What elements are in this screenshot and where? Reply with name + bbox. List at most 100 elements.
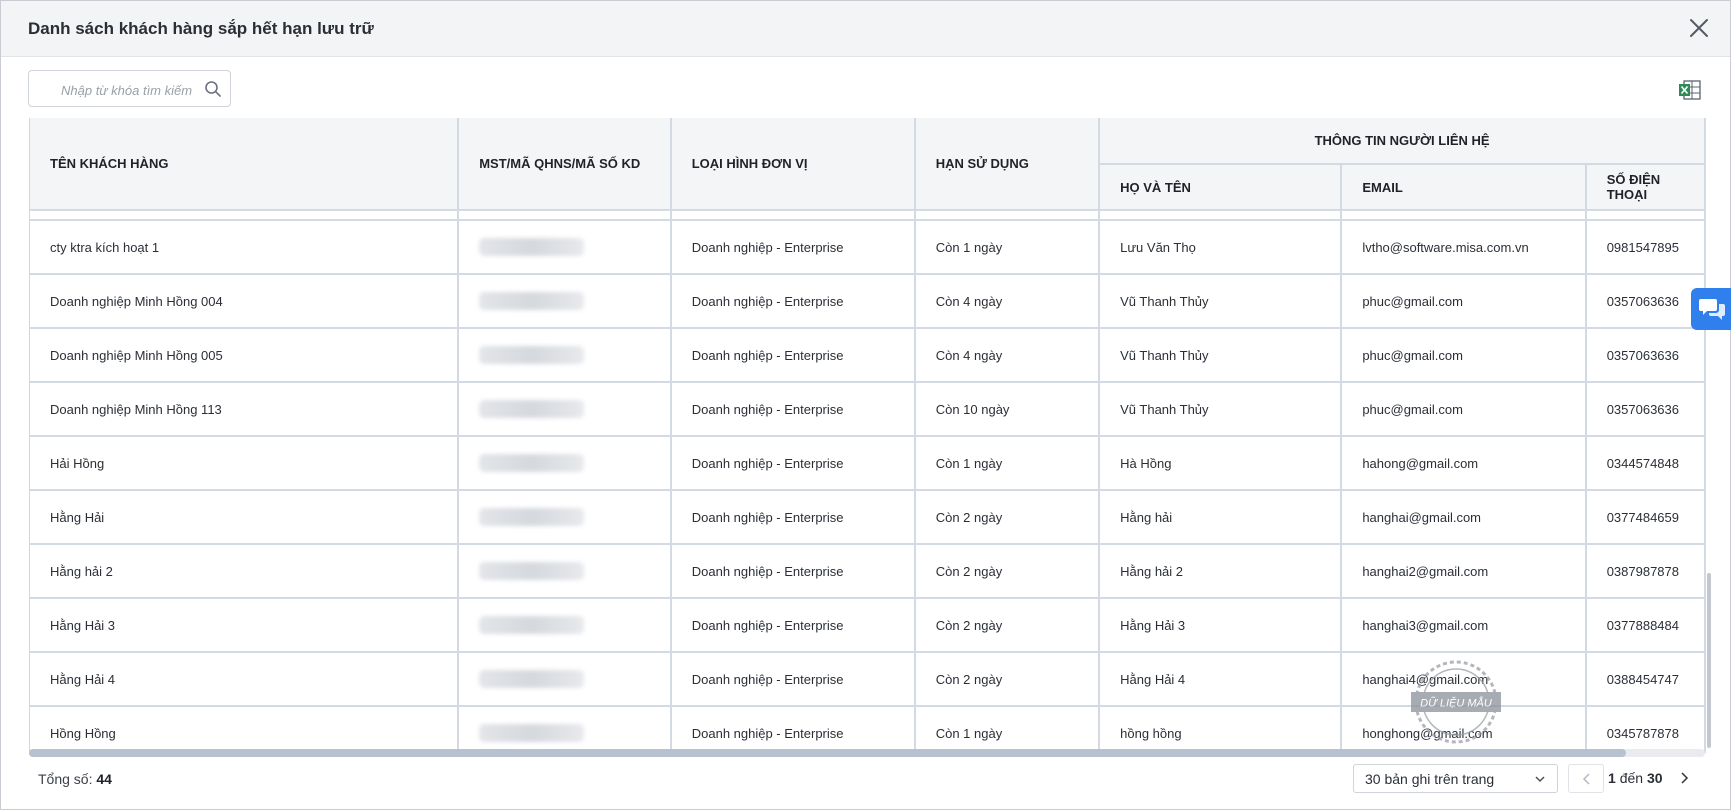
cell-tax-code xyxy=(458,544,672,599)
cell-customer-name: cty ktra kích hoạt 1 xyxy=(30,220,460,275)
chat-bubble-icon xyxy=(1699,299,1725,320)
table-row[interactable]: Doanh nghiệp Minh Hồng 005 Doanh nghiệp … xyxy=(30,328,1706,383)
col-header-unit-type[interactable]: LOẠI HÌNH ĐƠN VỊ xyxy=(670,118,916,211)
cell-phone: 0357063636 xyxy=(1585,328,1706,383)
cell-expiry: Còn 2 ngày xyxy=(914,652,1101,707)
cell-email: phuc@gmail.com xyxy=(1341,328,1587,383)
chevron-right-icon xyxy=(1681,772,1689,784)
cell-phone: 0357063636 xyxy=(1585,274,1706,329)
cell-unit-type: Doanh nghiệp - Enterprise xyxy=(670,274,916,329)
cell-contact-name: Hà Hồng xyxy=(1099,436,1343,491)
horizontal-scrollbar-thumb[interactable] xyxy=(29,749,1626,757)
blurred-tax-code xyxy=(479,400,585,418)
cell-customer-name: Hải Hồng xyxy=(30,436,460,491)
table-row[interactable]: cty ktra kích hoạt 1 Doanh nghiệp - Ente… xyxy=(30,220,1706,275)
col-group-contact-info: THÔNG TIN NGƯỜI LIÊN HỆ xyxy=(1099,118,1706,165)
vertical-scrollbar[interactable] xyxy=(1707,118,1711,748)
table-row[interactable]: Hằng Hải 4 Doanh nghiệp - Enterprise Còn… xyxy=(30,652,1706,707)
cell-phone: 0387987878 xyxy=(1585,544,1706,599)
col-header-phone[interactable]: SỐ ĐIỆN THOẠI xyxy=(1585,164,1706,211)
cell-email: hahong@gmail.com xyxy=(1341,436,1587,491)
cell-tax-code xyxy=(458,274,672,329)
horizontal-scrollbar[interactable] xyxy=(29,749,1705,757)
search-box xyxy=(28,70,231,107)
cell-customer-name: Doanh nghiệp Minh Hồng 004 xyxy=(30,274,460,329)
chevron-left-icon xyxy=(1582,773,1590,785)
col-header-email[interactable]: EMAIL xyxy=(1341,164,1587,211)
excel-export-icon[interactable] xyxy=(1678,79,1702,106)
cell-customer-name: Hằng hải 2 xyxy=(30,544,460,599)
cell-tax-code xyxy=(458,598,672,653)
cell-tax-code xyxy=(458,382,672,437)
range-from: 1 xyxy=(1608,770,1616,786)
range-to: 30 xyxy=(1646,770,1663,786)
chat-support-button[interactable] xyxy=(1691,288,1731,330)
cell-unit-type: Doanh nghiệp - Enterprise xyxy=(670,328,916,383)
cell-unit-type: Doanh nghiệp - Enterprise xyxy=(670,706,916,753)
cell-phone: 0388454747 xyxy=(1585,652,1706,707)
cell-customer-name: Hằng Hải 3 xyxy=(30,598,460,653)
search-input[interactable] xyxy=(59,79,213,101)
cell-tax-code xyxy=(458,652,672,707)
search-icon[interactable] xyxy=(204,80,222,103)
page-size-select[interactable]: 30 bản ghi trên trang xyxy=(1353,764,1558,793)
next-page-button[interactable] xyxy=(1673,765,1695,791)
cell-contact-name: Hằng Hải 3 xyxy=(1099,598,1343,653)
table-row[interactable]: Doanh nghiệp Minh Hồng 113 Doanh nghiệp … xyxy=(30,382,1706,437)
blurred-tax-code xyxy=(479,670,585,688)
table-row[interactable]: Hải Hồng Doanh nghiệp - Enterprise Còn 1… xyxy=(30,436,1706,491)
table-row[interactable]: Hồng Hồng Doanh nghiệp - Enterprise Còn … xyxy=(30,706,1706,753)
cell-unit-type: Doanh nghiệp - Enterprise xyxy=(670,598,916,653)
col-header-contact-name[interactable]: HỌ VÀ TÊN xyxy=(1099,164,1343,211)
cell-expiry: Còn 2 ngày xyxy=(914,490,1101,545)
cell-tax-code xyxy=(458,328,672,383)
close-icon[interactable] xyxy=(1686,15,1712,41)
cell-tax-code xyxy=(458,490,672,545)
cell-customer-name: Hằng Hải xyxy=(30,490,460,545)
cell-customer-name: Doanh nghiệp Minh Hồng 005 xyxy=(30,328,460,383)
cell-phone: 0344574848 xyxy=(1585,436,1706,491)
cell-contact-name: Vũ Thanh Thủy xyxy=(1099,382,1343,437)
table-row[interactable]: Hằng Hải 3 Doanh nghiệp - Enterprise Còn… xyxy=(30,598,1706,653)
cell-phone: 0377888484 xyxy=(1585,598,1706,653)
cell-tax-code xyxy=(458,220,672,275)
table-row-partial xyxy=(30,210,1706,221)
cell-unit-type: Doanh nghiệp - Enterprise xyxy=(670,652,916,707)
cell-contact-name: hồng hồng xyxy=(1099,706,1343,753)
total-value: 44 xyxy=(96,771,112,787)
cell-expiry: Còn 1 ngày xyxy=(914,706,1101,753)
col-header-customer-name[interactable]: TÊN KHÁCH HÀNG xyxy=(30,118,460,211)
vertical-scrollbar-thumb[interactable] xyxy=(1707,573,1711,748)
cell-expiry: Còn 4 ngày xyxy=(914,274,1101,329)
chevron-down-icon xyxy=(1535,776,1545,783)
table-row[interactable]: Hằng Hải Doanh nghiệp - Enterprise Còn 2… xyxy=(30,490,1706,545)
cell-phone: 0357063636 xyxy=(1585,382,1706,437)
cell-tax-code xyxy=(458,436,672,491)
blurred-tax-code xyxy=(479,292,585,310)
cell-unit-type: Doanh nghiệp - Enterprise xyxy=(670,436,916,491)
cell-unit-type: Doanh nghiệp - Enterprise xyxy=(670,544,916,599)
cell-email: hanghai3@gmail.com xyxy=(1341,598,1587,653)
dialog: Danh sách khách hàng sắp hết hạn lưu trữ xyxy=(0,0,1731,810)
cell-email: phuc@gmail.com xyxy=(1341,382,1587,437)
table-row[interactable]: Hằng hải 2 Doanh nghiệp - Enterprise Còn… xyxy=(30,544,1706,599)
cell-email: phuc@gmail.com xyxy=(1341,274,1587,329)
cell-unit-type: Doanh nghiệp - Enterprise xyxy=(670,220,916,275)
blurred-tax-code xyxy=(479,724,585,742)
cell-expiry: Còn 1 ngày xyxy=(914,436,1101,491)
blurred-tax-code xyxy=(479,616,585,634)
dialog-title: Danh sách khách hàng sắp hết hạn lưu trữ xyxy=(28,19,374,38)
cell-phone: 0345787878 xyxy=(1585,706,1706,753)
cell-email: hanghai4@gmail.com xyxy=(1341,652,1587,707)
page-size-value: 30 bản ghi trên trang xyxy=(1365,771,1495,787)
cell-phone: 0981547895 xyxy=(1585,220,1706,275)
data-grid: TÊN KHÁCH HÀNG MST/MÃ QHNS/MÃ SỐ KD LOẠI… xyxy=(29,118,1706,753)
cell-email: hanghai@gmail.com xyxy=(1341,490,1587,545)
cell-email: honghong@gmail.com xyxy=(1341,706,1587,753)
blurred-tax-code xyxy=(479,454,585,472)
cell-contact-name: Vũ Thanh Thủy xyxy=(1099,328,1343,383)
table-row[interactable]: Doanh nghiệp Minh Hồng 004 Doanh nghiệp … xyxy=(30,274,1706,329)
col-header-tax-code[interactable]: MST/MÃ QHNS/MÃ SỐ KD xyxy=(458,118,672,211)
prev-page-button[interactable] xyxy=(1568,764,1604,793)
col-header-expiry[interactable]: HẠN SỬ DỤNG xyxy=(914,118,1101,211)
